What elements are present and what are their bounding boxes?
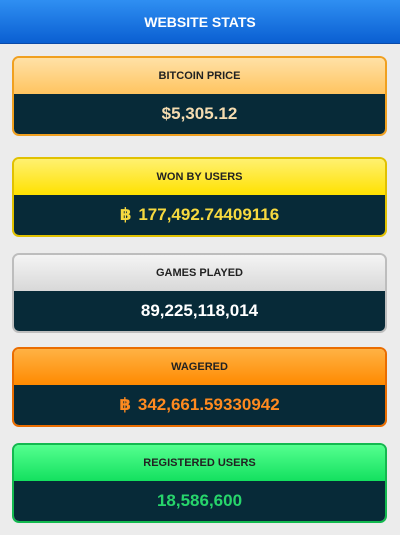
stat-card-wagered: WAGERED ฿ 342,661.59330942 [12, 347, 387, 427]
stat-card-games-played: GAMES PLAYED 89,225,118,014 [12, 253, 387, 333]
stat-label: WAGERED [171, 361, 228, 373]
page-title: WEBSITE STATS [144, 14, 256, 30]
bitcoin-icon: ฿ [119, 395, 132, 414]
stat-value: 177,492.74409116 [138, 205, 280, 224]
stat-card-bitcoin-price: BITCOIN PRICE $5,305.12 [12, 56, 387, 136]
stat-card-header: BITCOIN PRICE [14, 58, 385, 94]
stat-card-value-row: ฿ 177,492.74409116 [14, 195, 385, 235]
page-header: WEBSITE STATS [0, 0, 400, 44]
stat-card-value-row: $5,305.12 [14, 94, 385, 134]
stat-value: $5,305.12 [161, 104, 238, 123]
stat-label: GAMES PLAYED [155, 267, 243, 279]
stat-card-registered-users: REGISTERED USERS 18,586,600 [12, 443, 387, 523]
stat-label: WON BY USERS [156, 171, 243, 183]
stat-label: BITCOIN PRICE [158, 70, 241, 82]
stat-card-value-row: ฿ 342,661.59330942 [14, 385, 385, 425]
stat-card-header: REGISTERED USERS [14, 445, 385, 481]
stat-value: 89,225,118,014 [140, 301, 259, 320]
stat-card-header: WAGERED [14, 349, 385, 385]
stat-card-header: GAMES PLAYED [14, 255, 385, 291]
stat-value: 342,661.59330942 [137, 395, 280, 414]
stat-card-header: WON BY USERS [14, 159, 385, 195]
stat-value: 18,586,600 [156, 491, 243, 510]
stat-card-value-row: 89,225,118,014 [14, 291, 385, 331]
stat-card-value-row: 18,586,600 [14, 481, 385, 521]
stat-card-won-by-users: WON BY USERS ฿ 177,492.74409116 [12, 157, 387, 237]
bitcoin-icon: ฿ [119, 205, 132, 224]
stat-label: REGISTERED USERS [143, 457, 256, 469]
